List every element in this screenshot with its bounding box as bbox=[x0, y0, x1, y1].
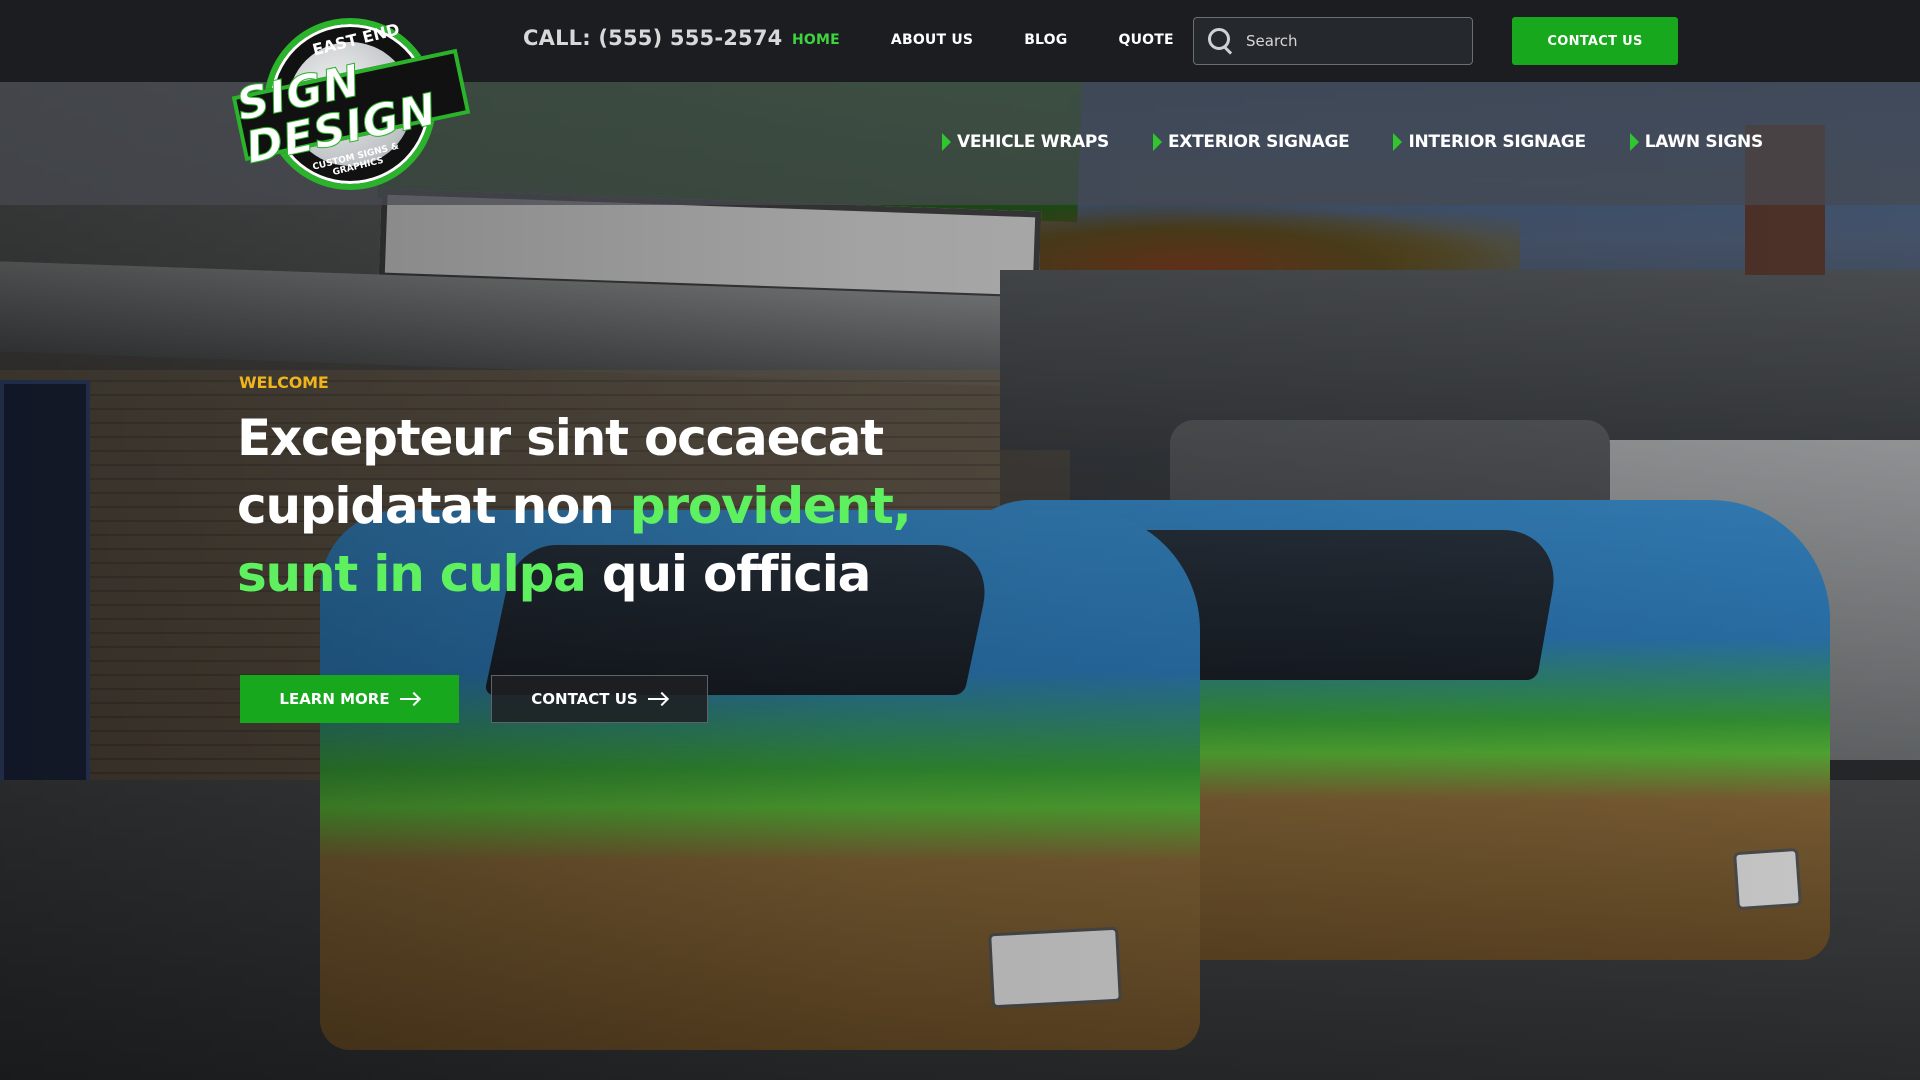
subnav-lawn-signs[interactable]: LAWN SIGNS bbox=[1629, 132, 1763, 152]
subnav-label: EXTERIOR SIGNAGE bbox=[1167, 132, 1350, 152]
subnav-interior-signage[interactable]: INTERIOR SIGNAGE bbox=[1393, 132, 1586, 152]
search-input[interactable] bbox=[1246, 32, 1446, 50]
hero-contact-label: CONTACT US bbox=[531, 690, 638, 708]
subnav-label: INTERIOR SIGNAGE bbox=[1408, 132, 1586, 152]
nav-quote[interactable]: QUOTE bbox=[1118, 32, 1173, 48]
learn-more-button[interactable]: LEARN MORE bbox=[240, 675, 459, 723]
arrow-right-icon bbox=[647, 693, 668, 705]
nav-blog[interactable]: BLOG bbox=[1024, 32, 1067, 48]
triangle-bullet-icon bbox=[942, 133, 951, 151]
header-contact-button[interactable]: CONTACT US bbox=[1512, 17, 1678, 65]
hero-headline: Excepteur sint occaecat cupidatat non pr… bbox=[237, 404, 957, 608]
site-logo[interactable]: EAST END SIGN DESIGN CUSTOM SIGNS & GRAP… bbox=[231, 18, 471, 190]
search-box[interactable] bbox=[1193, 17, 1473, 65]
phone-number[interactable]: CALL: (555) 555-2574 bbox=[523, 26, 782, 50]
arrow-right-icon bbox=[399, 693, 420, 705]
subnav-label: LAWN SIGNS bbox=[1644, 132, 1763, 152]
triangle-bullet-icon bbox=[1393, 133, 1403, 151]
hero-contact-button[interactable]: CONTACT US bbox=[491, 675, 708, 723]
logo-main-text: SIGN DESIGN bbox=[232, 55, 442, 175]
logo-banner: SIGN DESIGN bbox=[231, 48, 471, 175]
nav-about-us[interactable]: ABOUT US bbox=[891, 32, 973, 48]
learn-more-label: LEARN MORE bbox=[279, 690, 390, 708]
nav-home[interactable]: HOME bbox=[792, 32, 840, 48]
subnav-exterior-signage[interactable]: EXTERIOR SIGNAGE bbox=[1152, 132, 1350, 152]
hero-eyebrow: WELCOME bbox=[239, 373, 329, 392]
search-icon[interactable] bbox=[1206, 26, 1236, 56]
services-nav: VEHICLE WRAPS EXTERIOR SIGNAGE INTERIOR … bbox=[942, 132, 1807, 152]
headline-text-end: qui officia bbox=[585, 545, 871, 603]
triangle-bullet-icon bbox=[1152, 133, 1162, 151]
triangle-bullet-icon bbox=[1629, 133, 1639, 151]
main-nav: HOME ABOUT US BLOG QUOTE bbox=[792, 32, 1225, 48]
subnav-vehicle-wraps[interactable]: VEHICLE WRAPS bbox=[942, 132, 1109, 152]
subnav-label: VEHICLE WRAPS bbox=[957, 132, 1109, 152]
